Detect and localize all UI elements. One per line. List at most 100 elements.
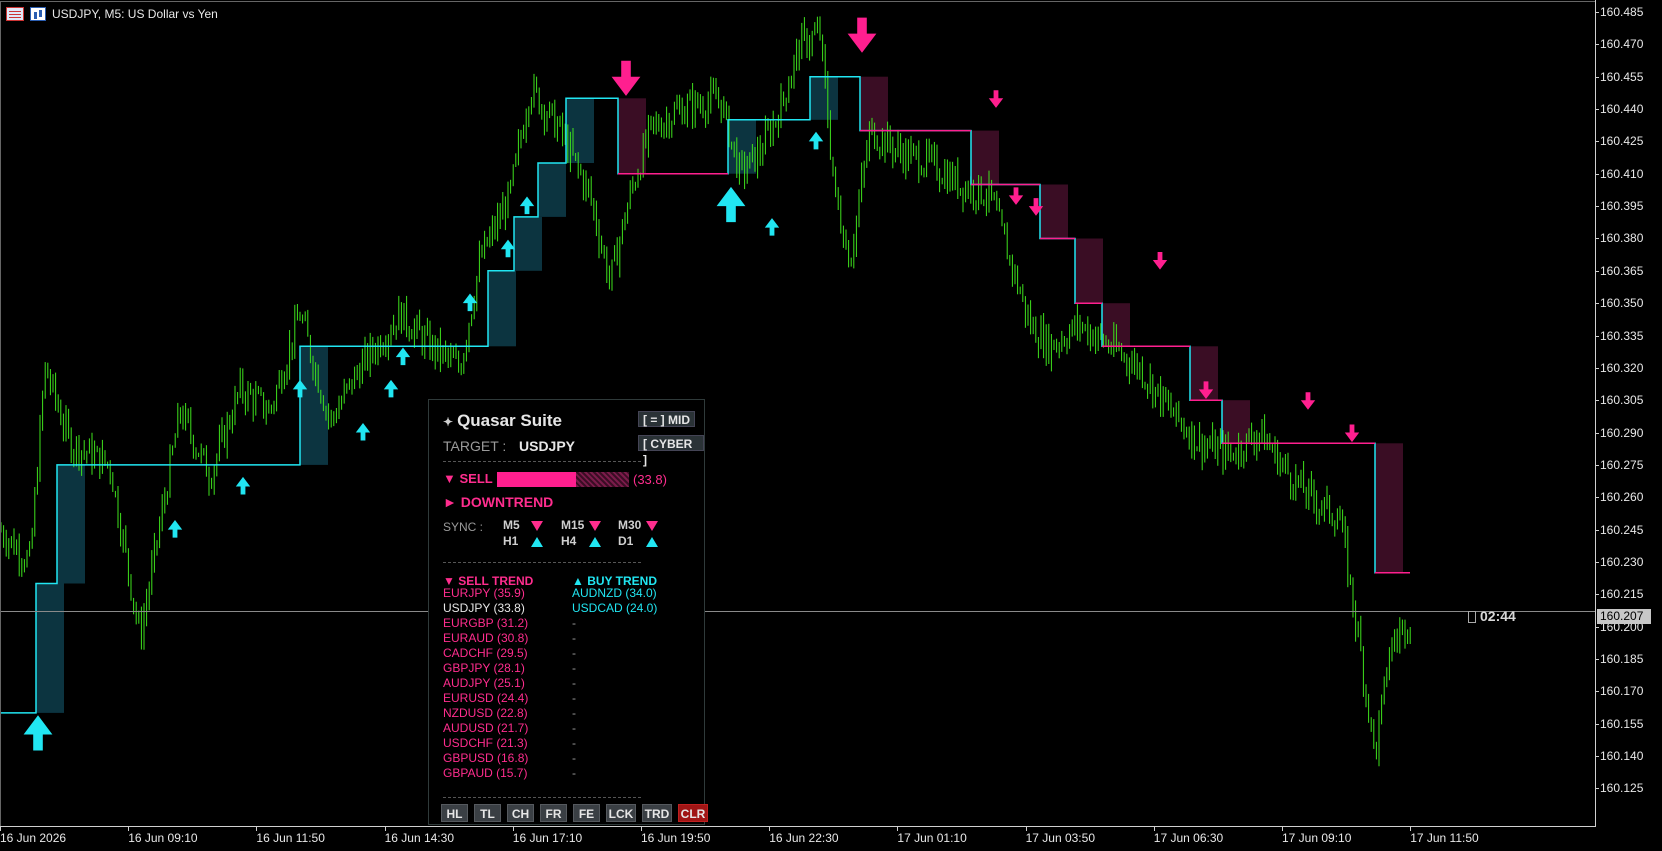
mid-button[interactable]: [ = ] MID — [638, 411, 695, 427]
price-tick-label: 160.230 — [1594, 554, 1644, 569]
price-axis[interactable]: 160.485 160.470 160.455 160.440 160.425 160.4… — [1594, 0, 1662, 831]
chart-header: USDJPY, M5: US Dollar vs Yen — [6, 6, 218, 22]
price-tick-label: 160.305 — [1594, 393, 1644, 408]
price-tick-label: 160.320 — [1594, 360, 1644, 375]
buy-arrow-icon — [519, 196, 535, 215]
signal-strength-fill — [497, 472, 577, 487]
time-tick-label: 16 Jun 2026 — [0, 827, 67, 845]
price-tick-label: 160.275 — [1594, 457, 1644, 472]
time-axis[interactable]: 16 Jun 2026 16 Jun 09:10 16 Jun 11:50 16 Ju… — [0, 827, 1596, 850]
tool-button-ch[interactable]: CH — [507, 804, 534, 822]
buy-trend-item: - — [572, 766, 576, 780]
buy-trend-item: - — [572, 676, 576, 690]
sell-trend-item: EURUSD (24.4) — [443, 691, 529, 705]
trend-zone — [1375, 443, 1403, 573]
down-triangle-icon — [531, 521, 543, 531]
signal-score: (33.8) — [633, 472, 667, 487]
price-tick-label: 160.395 — [1594, 199, 1644, 214]
divider — [443, 797, 641, 798]
price-chart[interactable] — [0, 0, 1600, 831]
tool-button-trd[interactable]: TRD — [642, 804, 672, 822]
tool-button-hl[interactable]: HL — [441, 804, 468, 822]
trend-zone — [538, 163, 566, 217]
candle-timer: 02:44 — [1480, 608, 1516, 624]
sell-arrow-icon — [1008, 187, 1024, 205]
price-tick-label: 160.470 — [1594, 37, 1644, 52]
tool-button-clr[interactable]: CLR — [678, 804, 708, 822]
divider — [443, 562, 641, 563]
buy-arrow-icon — [167, 520, 183, 538]
buy-arrow-icon — [808, 131, 824, 150]
price-tick-label: 160.455 — [1594, 69, 1644, 84]
sync-timeframe-m30: M30 — [618, 518, 642, 532]
trend-zone — [1222, 400, 1250, 444]
time-tick-label: 17 Jun 06:30 — [1153, 827, 1224, 845]
trend-zone — [618, 98, 646, 174]
sell-arrow-icon — [988, 90, 1004, 108]
buy-arrow-icon — [23, 715, 53, 751]
signal-strength-bar — [497, 472, 629, 487]
buy-trend-item: - — [572, 706, 576, 720]
price-tick-label: 160.215 — [1594, 587, 1644, 602]
time-tick-label: 17 Jun 03:50 — [1025, 827, 1095, 845]
price-tick-label: 160.350 — [1594, 296, 1644, 311]
trend-zone — [1040, 184, 1068, 239]
trend-label: ► DOWNTREND — [443, 494, 554, 510]
time-tick-label: 16 Jun 14:30 — [384, 827, 454, 845]
sell-arrow-icon — [611, 60, 641, 96]
quasar-panel: ✦ Quasar Suite [ = ] MID [ CYBER ] TARGET… — [428, 399, 708, 825]
sell-trend-item: NZDUSD (22.8) — [443, 706, 528, 720]
target-label: TARGET : — [443, 438, 507, 454]
buy-arrow-icon — [500, 239, 516, 258]
sell-arrow-icon — [1152, 252, 1168, 270]
trend-zone — [36, 583, 64, 713]
up-triangle-icon — [589, 537, 601, 547]
tool-button-tl[interactable]: TL — [474, 804, 501, 822]
time-tick-label: 16 Jun 19:50 — [641, 827, 711, 845]
sell-trend-item: USDJPY (33.8) — [443, 601, 525, 615]
divider — [443, 461, 641, 462]
sparkle-icon: ✦ — [443, 415, 454, 429]
trend-zone — [971, 130, 999, 185]
buy-trend-item: - — [572, 736, 576, 750]
trend-zone — [810, 76, 838, 120]
chart-icon[interactable] — [30, 7, 46, 21]
price-tick-label: 160.245 — [1594, 522, 1644, 537]
chart-frame-right — [1595, 0, 1596, 827]
sync-timeframe-m15: M15 — [561, 518, 585, 532]
price-tick-label: 160.410 — [1594, 166, 1644, 181]
time-tick-label: 17 Jun 01:10 — [897, 827, 967, 845]
sell-trend-item: GBPAUD (15.7) — [443, 766, 528, 780]
time-tick-label: 17 Jun 09:10 — [1282, 827, 1352, 845]
sell-trend-item: USDCHF (21.3) — [443, 736, 528, 750]
panel-title: ✦ Quasar Suite — [443, 411, 562, 430]
tool-button-lck[interactable]: LCK — [606, 804, 636, 822]
trend-zone — [514, 216, 542, 271]
tool-button-fr[interactable]: FR — [540, 804, 567, 822]
sync-timeframe-m5: M5 — [503, 518, 520, 532]
table-icon[interactable] — [6, 7, 24, 21]
buy-arrow-icon — [764, 218, 780, 236]
time-tick-label: 16 Jun 09:10 — [128, 827, 198, 845]
buy-trend-item: - — [572, 661, 576, 675]
price-tick-label: 160.125 — [1594, 781, 1644, 796]
sell-trend-item: AUDUSD (21.7) — [443, 721, 529, 735]
sell-trend-item: GBPUSD (16.8) — [443, 751, 529, 765]
price-tick-label: 160.185 — [1594, 652, 1644, 666]
trend-zone — [57, 464, 85, 584]
tool-button-fe[interactable]: FE — [573, 804, 600, 822]
chart-frame-top — [0, 1, 1596, 2]
sell-trend-item: GBPJPY (28.1) — [443, 661, 525, 675]
sell-trend-item: EURJPY (35.9) — [443, 586, 525, 600]
trend-zone — [1075, 238, 1103, 304]
sell-trend-item: EURAUD (30.8) — [443, 631, 529, 645]
buy-arrow-icon — [383, 379, 399, 398]
down-triangle-icon — [589, 521, 601, 531]
buy-arrow-icon — [395, 347, 411, 366]
sell-trend-item: CADCHF (29.5) — [443, 646, 528, 660]
buy-arrow-icon — [355, 422, 371, 441]
price-tick-label: 160.440 — [1594, 102, 1644, 117]
sync-label: SYNC : — [443, 520, 484, 534]
theme-button[interactable]: [ CYBER ] — [638, 435, 704, 467]
price-tick-label: 160.485 — [1594, 5, 1644, 19]
